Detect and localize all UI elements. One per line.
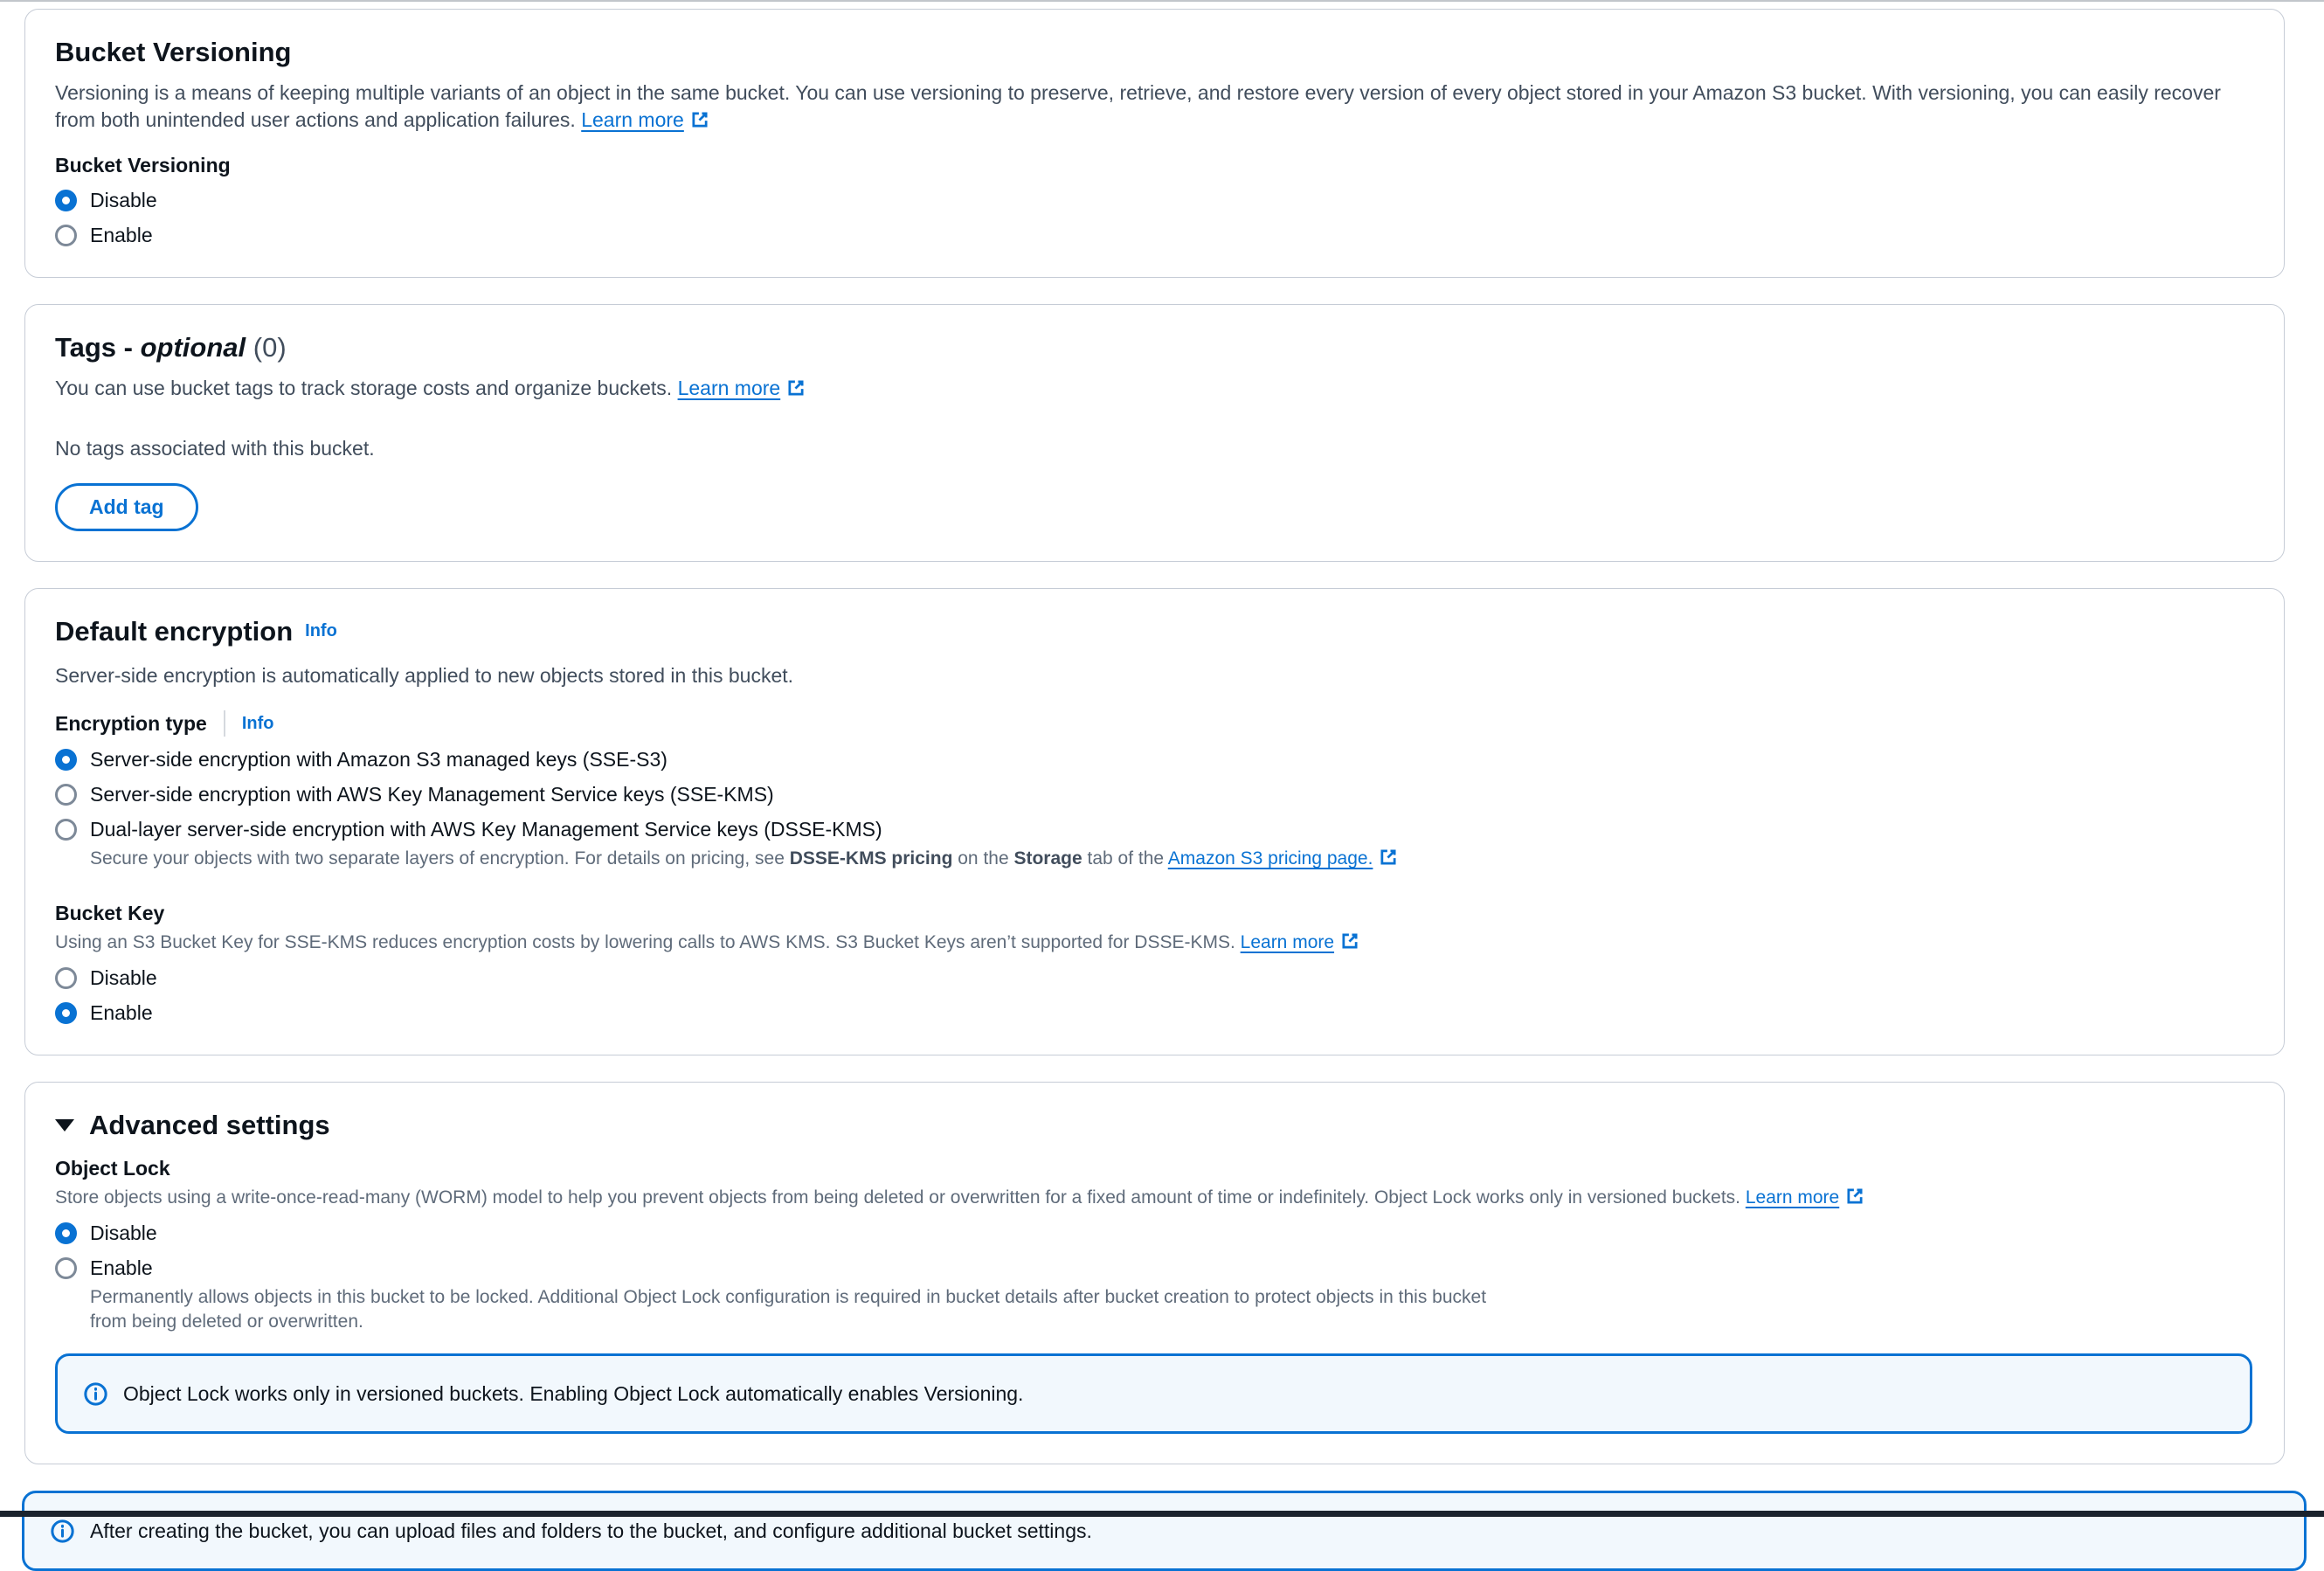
radio-checked-icon[interactable] [55, 1002, 77, 1024]
default-encryption-title-text: Default encryption [55, 616, 293, 647]
description-text: Store objects using a write-once-read-ma… [55, 1187, 1740, 1208]
external-link-icon [1845, 1187, 1864, 1206]
no-tags-message: No tags associated with this bucket. [55, 437, 2252, 460]
versioning-disable-label[interactable]: Disable [90, 189, 157, 212]
default-encryption-info-link[interactable]: Info [305, 621, 337, 640]
tags-description: You can use bucket tags to track storage… [55, 375, 2252, 402]
object-lock-enable-option[interactable]: Enable [55, 1256, 2252, 1280]
encryption-type-info-link[interactable]: Info [242, 714, 274, 734]
encryption-type-header: Encryption type Info [55, 710, 2252, 737]
default-encryption-title: Default encryption Info [55, 615, 2252, 652]
bucket-key-label: Bucket Key [55, 901, 2252, 925]
tags-learn-more-link[interactable]: Learn more [678, 377, 806, 399]
dsse-kms-pricing-text: DSSE-KMS pricing [790, 848, 953, 869]
description-text: Versioning is a means of keeping multipl… [55, 81, 2221, 131]
object-lock-enable-label[interactable]: Enable [90, 1256, 153, 1280]
advanced-settings-toggle[interactable]: Advanced settings [55, 1109, 2252, 1142]
bucket-versioning-field-label: Bucket Versioning [55, 153, 2252, 177]
add-tag-button[interactable]: Add tag [55, 483, 198, 531]
tags-section: Tags - optional (0) You can use bucket t… [24, 304, 2285, 562]
bucket-key-enable-label[interactable]: Enable [90, 1001, 153, 1025]
advanced-settings-title: Advanced settings [89, 1109, 330, 1142]
description-text: You can use bucket tags to track storage… [55, 377, 672, 399]
external-link-icon [1379, 848, 1398, 867]
object-lock-learn-more-link[interactable]: Learn more [1746, 1187, 1864, 1208]
info-icon [84, 1382, 107, 1406]
dsse-kms-note: Secure your objects with two separate la… [90, 847, 1488, 871]
encryption-dsse-kms-label[interactable]: Dual-layer server-side encryption with A… [90, 818, 882, 841]
external-link-icon [690, 110, 709, 129]
s3-pricing-page-link[interactable]: Amazon S3 pricing page. [1168, 848, 1399, 869]
description-text: Using an S3 Bucket Key for SSE-KMS reduc… [55, 932, 1235, 952]
note-text: tab of the [1082, 848, 1168, 869]
advanced-settings-section: Advanced settings Object Lock Store obje… [24, 1082, 2285, 1464]
object-lock-enable-note: Permanently allows objects in this bucke… [90, 1285, 1488, 1334]
radio-unchecked-icon[interactable] [55, 819, 77, 841]
versioning-enable-option[interactable]: Enable [55, 224, 2252, 247]
bucket-versioning-title: Bucket Versioning [55, 36, 2252, 69]
radio-checked-icon[interactable] [55, 749, 77, 771]
versioning-enable-label[interactable]: Enable [90, 224, 153, 247]
versioning-disable-option[interactable]: Disable [55, 189, 2252, 212]
storage-tab-text: Storage [1013, 848, 1082, 869]
create-bucket-settings-page: Bucket Versioning Versioning is a means … [0, 2, 2324, 1571]
external-link-icon [786, 378, 806, 398]
versioning-learn-more-link[interactable]: Learn more [581, 108, 709, 131]
alert-text: Object Lock works only in versioned buck… [123, 1381, 1023, 1407]
encryption-dsse-kms-option[interactable]: Dual-layer server-side encryption with A… [55, 818, 2252, 841]
tags-title: Tags - optional (0) [55, 331, 2252, 364]
encryption-sse-kms-label[interactable]: Server-side encryption with AWS Key Mana… [90, 783, 774, 806]
post-create-info-alert: After creating the bucket, you can uploa… [22, 1491, 2307, 1571]
object-lock-description: Store objects using a write-once-read-ma… [55, 1186, 2252, 1210]
vertical-divider [224, 710, 225, 737]
bottom-edge-bar [0, 1511, 2324, 1517]
note-text: Secure your objects with two separate la… [90, 848, 790, 869]
tags-count: (0) [253, 332, 287, 363]
radio-unchecked-icon[interactable] [55, 967, 77, 989]
bucket-key-enable-option[interactable]: Enable [55, 1001, 2252, 1025]
encryption-sse-s3-option[interactable]: Server-side encryption with Amazon S3 ma… [55, 748, 2252, 772]
caret-down-icon [55, 1119, 74, 1132]
object-lock-label: Object Lock [55, 1156, 2252, 1180]
encryption-sse-kms-option[interactable]: Server-side encryption with AWS Key Mana… [55, 783, 2252, 806]
bucket-versioning-section: Bucket Versioning Versioning is a means … [24, 9, 2285, 278]
radio-unchecked-icon[interactable] [55, 225, 77, 246]
bucket-key-disable-label[interactable]: Disable [90, 966, 157, 990]
radio-unchecked-icon[interactable] [55, 1257, 77, 1279]
tags-title-prefix: Tags - [55, 332, 141, 363]
radio-checked-icon[interactable] [55, 1222, 77, 1244]
encryption-type-label: Encryption type [55, 711, 207, 736]
default-encryption-description: Server-side encryption is automatically … [55, 662, 2252, 689]
object-lock-disable-option[interactable]: Disable [55, 1222, 2252, 1245]
object-lock-info-alert: Object Lock works only in versioned buck… [55, 1353, 2252, 1434]
bucket-key-description: Using an S3 Bucket Key for SSE-KMS reduc… [55, 931, 2252, 955]
object-lock-disable-label[interactable]: Disable [90, 1222, 157, 1245]
encryption-sse-s3-label[interactable]: Server-side encryption with Amazon S3 ma… [90, 748, 667, 772]
info-icon [51, 1519, 74, 1543]
tags-title-optional: optional [141, 332, 246, 363]
external-link-icon [1340, 931, 1359, 951]
radio-checked-icon[interactable] [55, 190, 77, 211]
default-encryption-section: Default encryption Info Server-side encry… [24, 588, 2285, 1055]
bucket-key-learn-more-link[interactable]: Learn more [1241, 932, 1359, 952]
bucket-versioning-description: Versioning is a means of keeping multipl… [55, 80, 2252, 134]
note-text: on the [952, 848, 1013, 869]
alert-text: After creating the bucket, you can uploa… [90, 1518, 1092, 1544]
radio-unchecked-icon[interactable] [55, 784, 77, 806]
bucket-key-disable-option[interactable]: Disable [55, 966, 2252, 990]
